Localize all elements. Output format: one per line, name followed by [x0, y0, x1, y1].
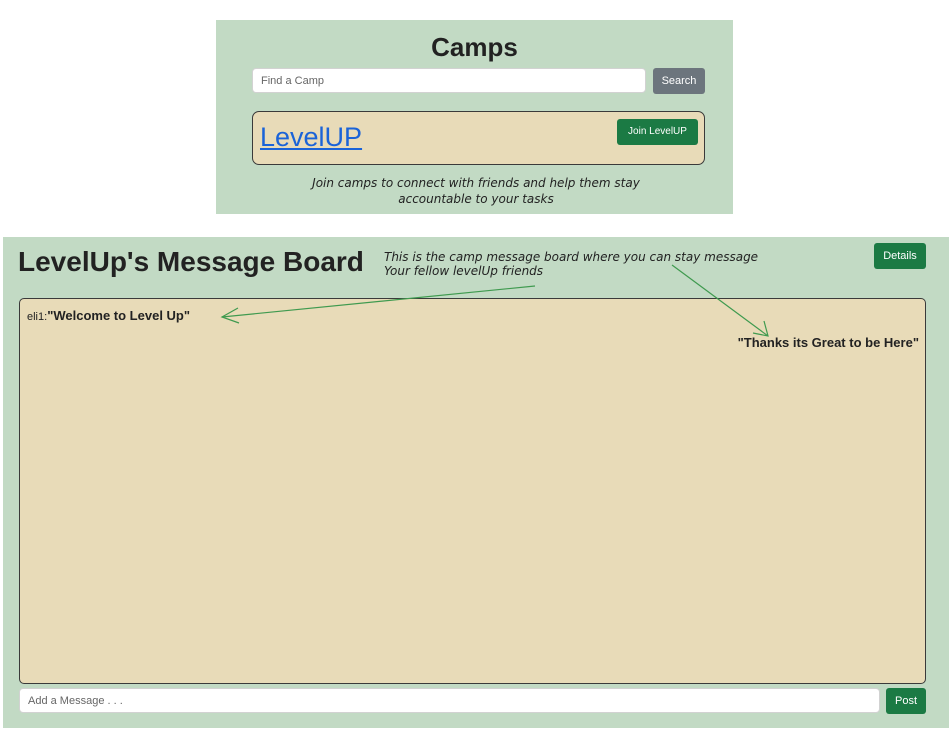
details-button[interactable]: Details [874, 243, 926, 269]
message-input[interactable] [19, 688, 880, 713]
annotation-line-1: This is the camp message board where you… [384, 250, 759, 264]
message-board-panel: LevelUp's Message Board This is the camp… [3, 237, 949, 728]
message-item: eli1:"Welcome to Level Up" [27, 308, 190, 323]
post-button[interactable]: Post [886, 688, 926, 714]
join-camp-button[interactable]: Join LevelUP [617, 119, 698, 145]
message-text: "Welcome to Level Up" [47, 308, 191, 323]
message-board-annotation: This is the camp message board where you… [384, 250, 854, 278]
message-author: eli1: [27, 311, 48, 323]
annotation-line-2: Your fellow levelUp friends [384, 264, 544, 278]
camp-search-input[interactable] [252, 68, 646, 93]
search-button[interactable]: Search [653, 68, 705, 94]
camp-name-link[interactable]: LevelUP [260, 120, 362, 154]
camps-panel: Camps Search LevelUP Join LevelUP Join c… [216, 20, 733, 214]
camps-title: Camps [431, 32, 518, 62]
message-board-title: LevelUp's Message Board [18, 246, 364, 277]
message-item-own: "Thanks its Great to be Here" [737, 335, 919, 350]
camps-annotation-note: Join camps to connect with friends and h… [312, 176, 640, 206]
message-list: eli1:"Welcome to Level Up" "Thanks its G… [19, 298, 926, 684]
camp-card: LevelUP Join LevelUP [252, 111, 705, 165]
